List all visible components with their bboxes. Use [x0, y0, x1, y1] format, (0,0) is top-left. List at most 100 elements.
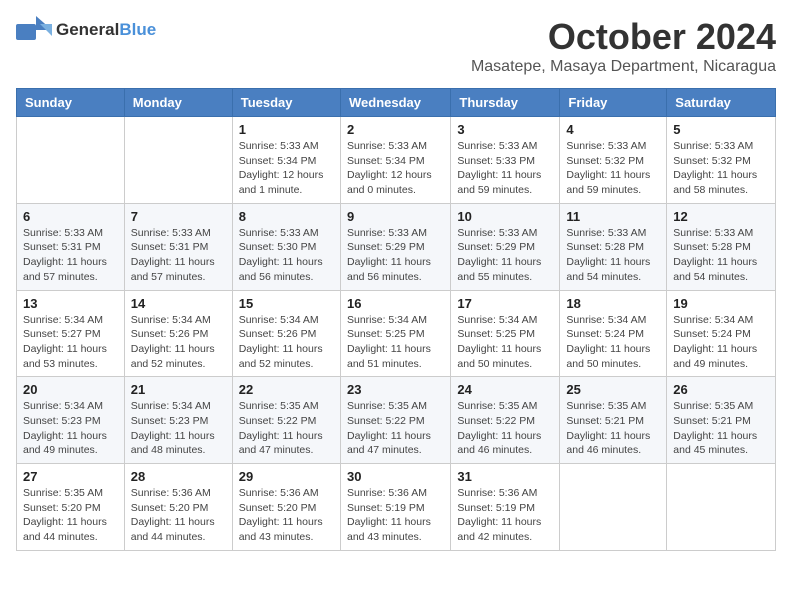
calendar-cell: 12 Sunrise: 5:33 AMSunset: 5:28 PMDayligh…	[667, 203, 776, 290]
day-info: Sunrise: 5:35 AMSunset: 5:22 PMDaylight:…	[239, 399, 334, 458]
day-number: 5	[673, 122, 769, 137]
calendar-cell	[124, 117, 232, 204]
calendar-cell: 30 Sunrise: 5:36 AMSunset: 5:19 PMDayligh…	[340, 464, 450, 551]
calendar-week-row: 6 Sunrise: 5:33 AMSunset: 5:31 PMDaylight…	[17, 203, 776, 290]
calendar-header-friday: Friday	[560, 89, 667, 117]
calendar-cell: 24Sunrise: 5:35 AMSunset: 5:22 PMDayligh…	[451, 377, 560, 464]
day-info: Sunrise: 5:34 AMSunset: 5:27 PMDaylight:…	[23, 313, 118, 372]
day-number: 14	[131, 296, 226, 311]
month-year-title: October 2024	[471, 16, 776, 58]
calendar-cell: 7 Sunrise: 5:33 AMSunset: 5:31 PMDaylight…	[124, 203, 232, 290]
day-info: Sunrise: 5:36 AMSunset: 5:20 PMDaylight:…	[131, 486, 226, 545]
day-info: Sunrise: 5:34 AMSunset: 5:23 PMDaylight:…	[23, 399, 118, 458]
calendar-table: SundayMondayTuesdayWednesdayThursdayFrid…	[16, 88, 776, 551]
day-info: Sunrise: 5:33 AMSunset: 5:33 PMDaylight:…	[457, 139, 553, 198]
location-subtitle: Masatepe, Masaya Department, Nicaragua	[471, 58, 776, 76]
day-info: Sunrise: 5:33 AMSunset: 5:29 PMDaylight:…	[457, 226, 553, 285]
day-info: Sunrise: 5:33 AMSunset: 5:28 PMDaylight:…	[566, 226, 660, 285]
calendar-week-row: 1 Sunrise: 5:33 AMSunset: 5:34 PMDaylight…	[17, 117, 776, 204]
calendar-cell: 19 Sunrise: 5:34 AMSunset: 5:24 PMDayligh…	[667, 290, 776, 377]
day-info: Sunrise: 5:35 AMSunset: 5:22 PMDaylight:…	[347, 399, 444, 458]
day-number: 4	[566, 122, 660, 137]
calendar-cell: 21 Sunrise: 5:34 AMSunset: 5:23 PMDayligh…	[124, 377, 232, 464]
logo-blue: Blue	[119, 20, 156, 40]
calendar-week-row: 13Sunrise: 5:34 AMSunset: 5:27 PMDayligh…	[17, 290, 776, 377]
day-number: 31	[457, 469, 553, 484]
calendar-header-thursday: Thursday	[451, 89, 560, 117]
calendar-cell: 3 Sunrise: 5:33 AMSunset: 5:33 PMDaylight…	[451, 117, 560, 204]
day-info: Sunrise: 5:36 AMSunset: 5:19 PMDaylight:…	[347, 486, 444, 545]
day-number: 21	[131, 382, 226, 397]
day-info: Sunrise: 5:33 AMSunset: 5:30 PMDaylight:…	[239, 226, 334, 285]
calendar-cell	[17, 117, 125, 204]
day-info: Sunrise: 5:35 AMSunset: 5:21 PMDaylight:…	[673, 399, 769, 458]
calendar-cell: 6 Sunrise: 5:33 AMSunset: 5:31 PMDaylight…	[17, 203, 125, 290]
day-info: Sunrise: 5:34 AMSunset: 5:24 PMDaylight:…	[566, 313, 660, 372]
calendar-cell: 2Sunrise: 5:33 AMSunset: 5:34 PMDaylight…	[340, 117, 450, 204]
header: General Blue October 2024 Masatepe, Masa…	[16, 16, 776, 76]
calendar-cell: 10Sunrise: 5:33 AMSunset: 5:29 PMDayligh…	[451, 203, 560, 290]
calendar-cell: 29 Sunrise: 5:36 AMSunset: 5:20 PMDayligh…	[232, 464, 340, 551]
calendar-cell: 31 Sunrise: 5:36 AMSunset: 5:19 PMDayligh…	[451, 464, 560, 551]
day-info: Sunrise: 5:34 AMSunset: 5:24 PMDaylight:…	[673, 313, 769, 372]
day-number: 1	[239, 122, 334, 137]
day-number: 25	[566, 382, 660, 397]
day-info: Sunrise: 5:36 AMSunset: 5:19 PMDaylight:…	[457, 486, 553, 545]
day-number: 19	[673, 296, 769, 311]
calendar-cell: 13Sunrise: 5:34 AMSunset: 5:27 PMDayligh…	[17, 290, 125, 377]
day-info: Sunrise: 5:36 AMSunset: 5:20 PMDaylight:…	[239, 486, 334, 545]
day-info: Sunrise: 5:35 AMSunset: 5:20 PMDaylight:…	[23, 486, 118, 545]
day-number: 9	[347, 209, 444, 224]
day-number: 15	[239, 296, 334, 311]
calendar-cell: 26 Sunrise: 5:35 AMSunset: 5:21 PMDayligh…	[667, 377, 776, 464]
calendar-cell: 23 Sunrise: 5:35 AMSunset: 5:22 PMDayligh…	[340, 377, 450, 464]
day-number: 23	[347, 382, 444, 397]
logo-icon	[16, 16, 52, 44]
day-number: 6	[23, 209, 118, 224]
day-number: 8	[239, 209, 334, 224]
day-number: 2	[347, 122, 444, 137]
day-info: Sunrise: 5:35 AMSunset: 5:21 PMDaylight:…	[566, 399, 660, 458]
calendar-cell: 14 Sunrise: 5:34 AMSunset: 5:26 PMDayligh…	[124, 290, 232, 377]
calendar-cell	[667, 464, 776, 551]
calendar-cell: 8 Sunrise: 5:33 AMSunset: 5:30 PMDaylight…	[232, 203, 340, 290]
day-number: 22	[239, 382, 334, 397]
day-info: Sunrise: 5:34 AMSunset: 5:26 PMDaylight:…	[131, 313, 226, 372]
day-number: 3	[457, 122, 553, 137]
day-info: Sunrise: 5:33 AMSunset: 5:31 PMDaylight:…	[23, 226, 118, 285]
logo: General Blue	[16, 16, 156, 44]
day-number: 26	[673, 382, 769, 397]
calendar-body: 1 Sunrise: 5:33 AMSunset: 5:34 PMDaylight…	[17, 117, 776, 551]
calendar-header-saturday: Saturday	[667, 89, 776, 117]
calendar-cell: 28 Sunrise: 5:36 AMSunset: 5:20 PMDayligh…	[124, 464, 232, 551]
day-info: Sunrise: 5:33 AMSunset: 5:31 PMDaylight:…	[131, 226, 226, 285]
day-info: Sunrise: 5:33 AMSunset: 5:34 PMDaylight:…	[239, 139, 334, 198]
calendar-header-sunday: Sunday	[17, 89, 125, 117]
calendar-header-tuesday: Tuesday	[232, 89, 340, 117]
day-number: 28	[131, 469, 226, 484]
day-number: 11	[566, 209, 660, 224]
calendar-cell: 4 Sunrise: 5:33 AMSunset: 5:32 PMDaylight…	[560, 117, 667, 204]
calendar-header-wednesday: Wednesday	[340, 89, 450, 117]
day-number: 12	[673, 209, 769, 224]
calendar-cell: 25 Sunrise: 5:35 AMSunset: 5:21 PMDayligh…	[560, 377, 667, 464]
day-info: Sunrise: 5:34 AMSunset: 5:23 PMDaylight:…	[131, 399, 226, 458]
day-number: 30	[347, 469, 444, 484]
day-number: 24	[457, 382, 553, 397]
day-number: 7	[131, 209, 226, 224]
calendar-header-monday: Monday	[124, 89, 232, 117]
day-number: 20	[23, 382, 118, 397]
calendar-cell: 17Sunrise: 5:34 AMSunset: 5:25 PMDayligh…	[451, 290, 560, 377]
calendar-cell: 11 Sunrise: 5:33 AMSunset: 5:28 PMDayligh…	[560, 203, 667, 290]
day-info: Sunrise: 5:34 AMSunset: 5:26 PMDaylight:…	[239, 313, 334, 372]
day-info: Sunrise: 5:33 AMSunset: 5:32 PMDaylight:…	[566, 139, 660, 198]
day-number: 27	[23, 469, 118, 484]
calendar-cell: 5 Sunrise: 5:33 AMSunset: 5:32 PMDaylight…	[667, 117, 776, 204]
day-info: Sunrise: 5:34 AMSunset: 5:25 PMDaylight:…	[347, 313, 444, 372]
day-number: 17	[457, 296, 553, 311]
calendar-header-row: SundayMondayTuesdayWednesdayThursdayFrid…	[17, 89, 776, 117]
day-number: 29	[239, 469, 334, 484]
calendar-cell: 1 Sunrise: 5:33 AMSunset: 5:34 PMDaylight…	[232, 117, 340, 204]
day-info: Sunrise: 5:33 AMSunset: 5:32 PMDaylight:…	[673, 139, 769, 198]
day-info: Sunrise: 5:33 AMSunset: 5:28 PMDaylight:…	[673, 226, 769, 285]
